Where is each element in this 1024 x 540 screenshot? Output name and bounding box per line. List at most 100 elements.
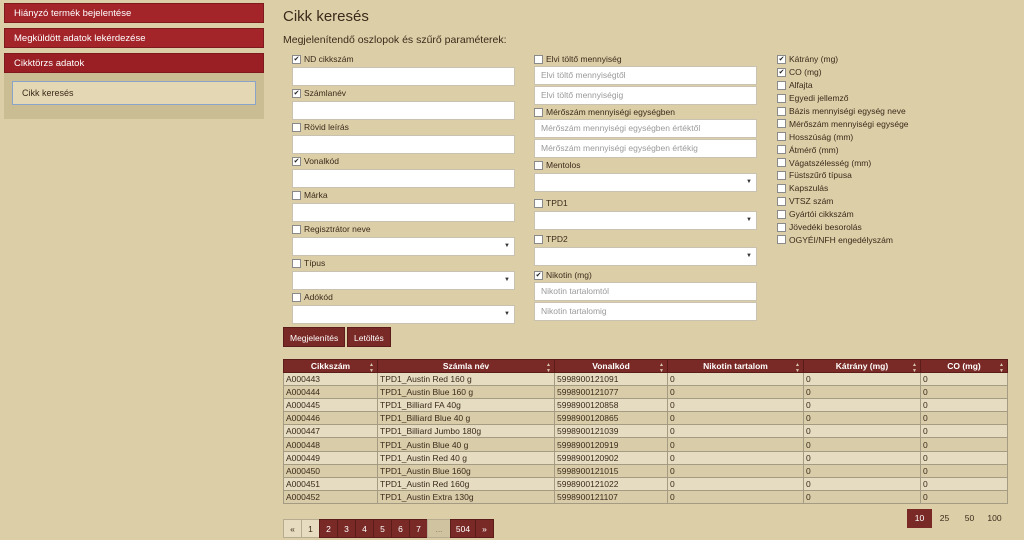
checkbox[interactable] [292,224,301,234]
checkbox[interactable] [777,235,786,245]
column-header-nikotin[interactable]: Nikotin tartalom ▲ ▼ [667,359,804,374]
checkbox[interactable] [777,119,786,129]
checkbox[interactable] [777,132,786,142]
page-size-25[interactable]: 25 [932,509,957,528]
mentolos-select[interactable]: ▼ [534,173,757,192]
table-row[interactable]: A000449 TPD1_Austin Red 40 g 5998900120902… [283,450,1008,465]
regisztrator-select[interactable]: ▼ [292,237,515,256]
column-header-cikkszam[interactable]: Cikkszám ▲ ▼ [283,359,378,374]
elvi-from-input[interactable]: Elvi töltő mennyiségtől [534,66,757,85]
nikotin-from-input[interactable]: Nikotin tartalomtól [534,282,757,301]
sidebar-item-item-master[interactable]: Cikktörzs adatok [4,53,264,73]
checkbox[interactable] [534,107,543,117]
merosz-from-input[interactable]: Mérőszám mennyiségi egységben értéktől [534,119,757,138]
table-row[interactable]: A000451 TPD1_Austin Red 160g 5998900121022… [283,476,1008,491]
table-cell: 5998900121022 [554,476,668,491]
show-button[interactable]: Megjelenítés [283,327,346,347]
checkbox[interactable] [292,190,301,200]
table-row[interactable]: A000444 TPD1_Austin Blue 160 g 59989001210… [283,385,1008,400]
checkbox[interactable] [292,292,301,302]
checkbox[interactable] [777,93,786,103]
rovid-leiras-input[interactable] [292,135,515,154]
caret-down-icon: ▼ [746,217,752,223]
filter-nd-cikkszam: ✔ ND cikkszám [292,53,515,65]
nikotin-to-input[interactable]: Nikotin tartalomig [534,302,757,321]
column-header-co[interactable]: CO (mg) ▲ ▼ [920,359,1008,374]
sidebar-subitem-item-search[interactable]: Cikk keresés [12,81,256,105]
checkbox[interactable]: ✔ [292,54,301,64]
table-row[interactable]: A000452 TPD1_Austin Extra 130g 59989001211… [283,489,1008,504]
download-button[interactable]: Letöltés [347,327,391,347]
pagination-next[interactable]: » [475,519,494,538]
caret-down-icon: ▼ [504,243,510,249]
marka-input[interactable] [292,203,515,222]
pagination-page-7[interactable]: 7 [409,519,428,538]
table-cell: 0 [667,463,804,478]
filters-right: ✔ Kátrány (mg) ✔ CO (mg) Alfajta Egyedi je… [777,53,977,246]
table-row[interactable]: A000448 TPD1_Austin Blue 40 g 599890012091… [283,437,1008,452]
table-cell: 0 [920,463,1008,478]
checkbox[interactable] [777,222,786,232]
tpd1-select[interactable]: ▼ [534,211,757,230]
checkbox[interactable] [777,170,786,180]
filter-jovedeki: Jövedéki besorolás [777,221,977,234]
checkbox[interactable] [534,198,543,208]
table-row[interactable]: A000445 TPD1_Billiard FA 40g 5998900120858… [283,398,1008,413]
checkbox[interactable] [777,183,786,193]
pagination-prev[interactable]: « [283,519,302,538]
szamlanev-input[interactable] [292,101,515,120]
elvi-to-input[interactable]: Elvi töltő mennyiségig [534,86,757,105]
filter-label: Bázis mennyiségi egység neve [789,106,906,116]
column-header-vonalkod[interactable]: Vonalkód ▲ ▼ [554,359,668,374]
filter-ogyei: OGYÉI/NFH engedélyszám [777,233,977,246]
pagination-page-3[interactable]: 3 [337,519,356,538]
checkbox[interactable] [777,158,786,168]
checkbox[interactable] [777,209,786,219]
filter-label: Átmérő (mm) [789,144,839,155]
page-size-10[interactable]: 10 [907,509,932,528]
checkbox[interactable] [777,80,786,90]
sort-icon: ▲ ▼ [659,362,664,374]
checkbox[interactable] [534,234,543,244]
sort-icon: ▲ ▼ [912,362,917,374]
table-row[interactable]: A000443 TPD1_Austin Red 160 g 599890012109… [283,371,1008,387]
checkbox[interactable]: ✔ [292,156,301,166]
checkbox[interactable] [777,145,786,155]
checkbox[interactable]: ✔ [292,88,301,98]
sidebar-item-missing-product[interactable]: Hiányzó termék bejelentése [4,3,264,23]
checkbox[interactable]: ✔ [777,67,786,77]
page-size-50[interactable]: 50 [957,509,982,528]
table-cell: 5998900121039 [554,424,668,439]
page-size-100[interactable]: 100 [982,509,1007,528]
checkbox[interactable] [534,54,543,64]
checkbox[interactable]: ✔ [777,54,786,64]
filter-label: Rövid leírás [304,122,349,132]
checkbox[interactable] [534,160,543,170]
table-row[interactable]: A000447 TPD1_Billiard Jumbo 180g 599890012… [283,424,1008,439]
checkbox[interactable] [777,106,786,116]
checkbox[interactable] [777,196,786,206]
table-row[interactable]: A000450 TPD1_Austin Blue 160g 599890012101… [283,463,1008,478]
pagination-page-2[interactable]: 2 [319,519,338,538]
vonalkod-input[interactable] [292,169,515,188]
column-header-szamla-nev[interactable]: Számla név ▲ ▼ [377,359,555,374]
checkbox[interactable] [292,258,301,268]
merosz-to-input[interactable]: Mérőszám mennyiségi egységben értékig [534,139,757,158]
checkbox[interactable]: ✔ [534,270,543,280]
checkbox[interactable] [292,122,301,132]
table-cell: 5998900121015 [554,463,668,478]
adokod-select[interactable]: ▼ [292,305,515,324]
table-row[interactable]: A000446 TPD1_Billiard Blue 40 g 5998900120… [283,411,1008,426]
filter-vagatszelesseg: Vágatszélesség (mm) [777,156,977,169]
pagination-page-5[interactable]: 5 [373,519,392,538]
sort-icon: ▲ ▼ [369,362,374,374]
column-header-katrany[interactable]: Kátrány (mg) ▲ ▼ [803,359,921,374]
tpd2-select[interactable]: ▼ [534,247,757,266]
pagination-last-page[interactable]: 504 [450,519,476,538]
sidebar-item-sent-data-query[interactable]: Megküldött adatok lekérdezése [4,28,264,48]
pagination-page-1[interactable]: 1 [301,519,320,538]
pagination-page-6[interactable]: 6 [391,519,410,538]
nd-cikkszam-input[interactable] [292,67,515,86]
pagination-page-4[interactable]: 4 [355,519,374,538]
tipus-select[interactable]: ▼ [292,271,515,290]
